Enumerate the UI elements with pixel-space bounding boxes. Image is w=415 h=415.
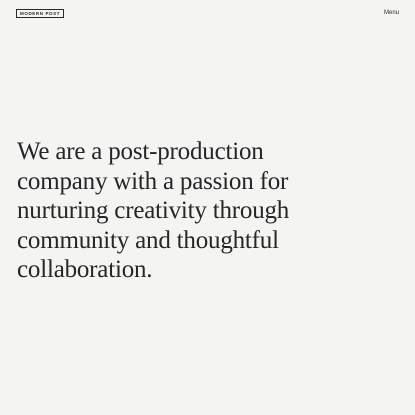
hero-line: We are a post-production bbox=[17, 138, 264, 165]
hero-line: community and thoughtful bbox=[17, 226, 279, 254]
menu-button[interactable]: Menu bbox=[384, 10, 399, 17]
hero-statement: We are a post-production company with a … bbox=[17, 137, 402, 285]
hero-line: company with a passion for bbox=[17, 167, 289, 195]
hero-line: collaboration. bbox=[17, 256, 153, 283]
logo[interactable]: MODERN POST bbox=[16, 9, 65, 18]
hero-line: nurturing creativity through bbox=[17, 197, 290, 224]
